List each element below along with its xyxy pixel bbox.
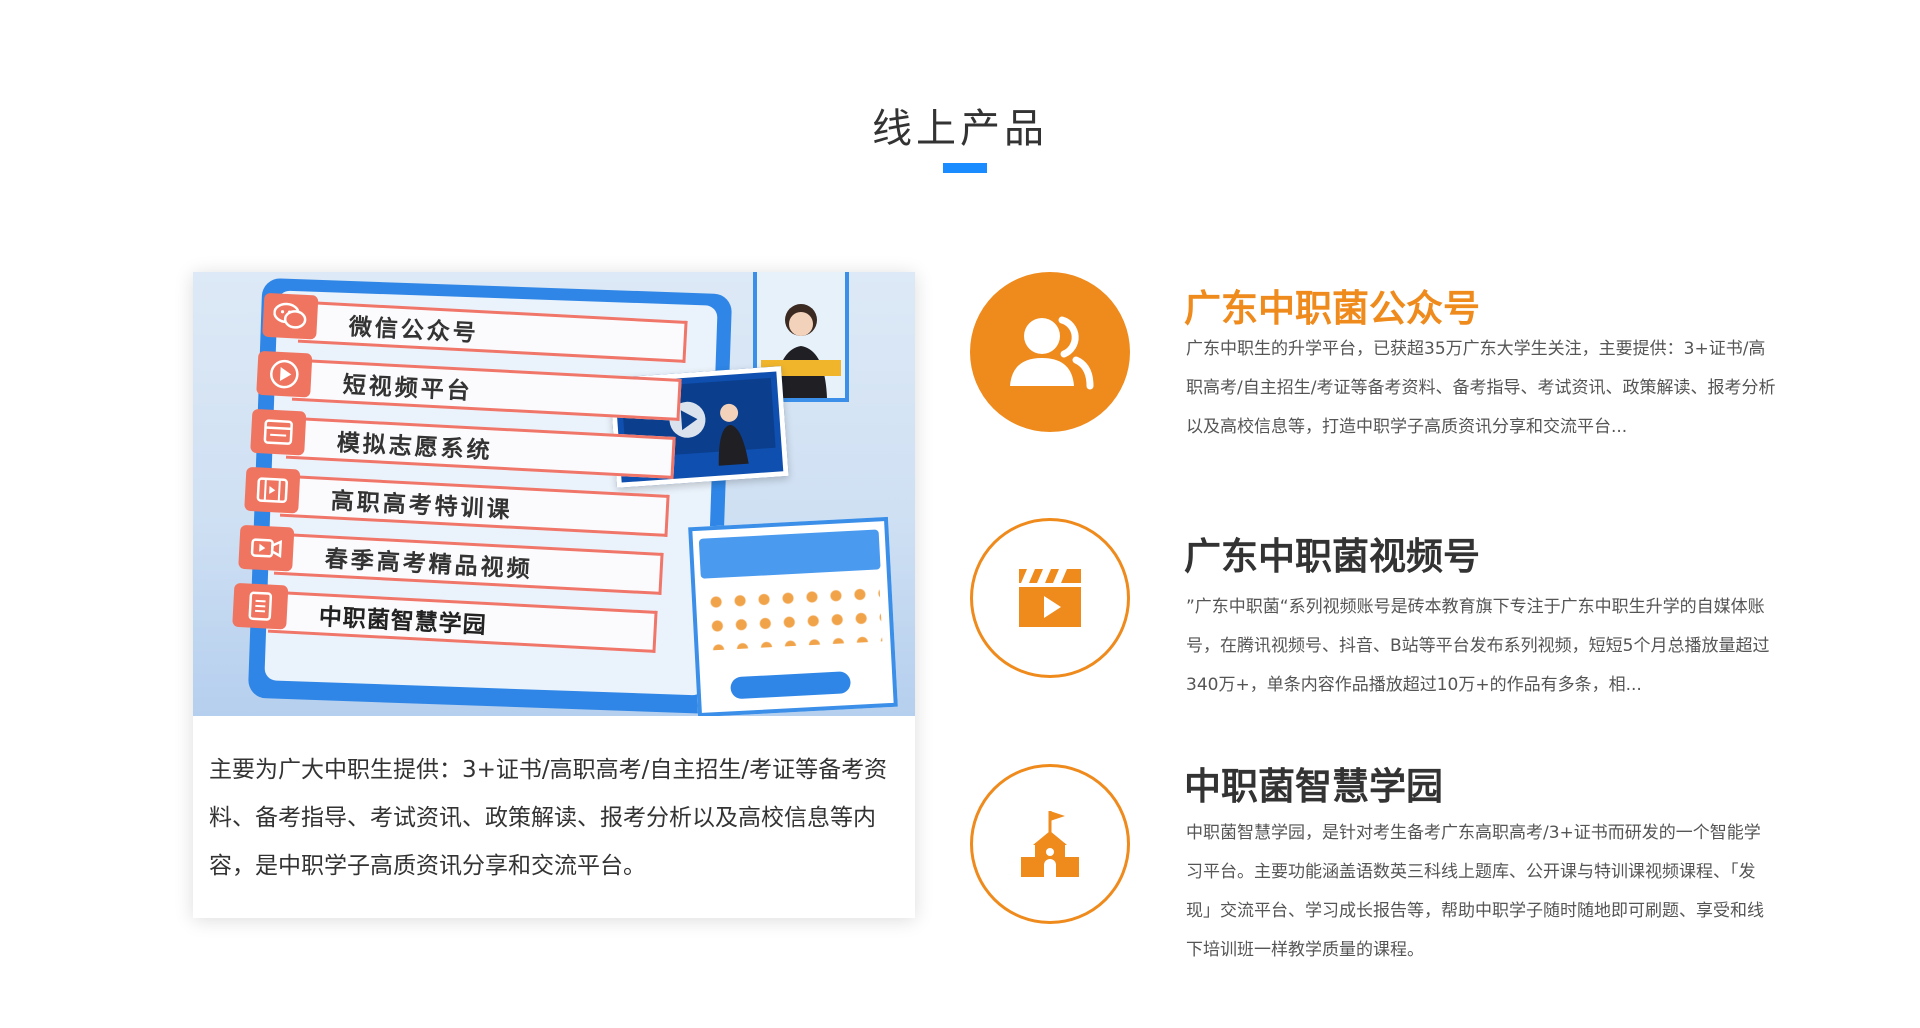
product-icon-badge [970, 272, 1130, 432]
school-flag-icon [1021, 811, 1079, 877]
form-icon [263, 419, 293, 445]
product-description: 中职菌智慧学园，是针对考生备考广东高职高考/3+证书而研发的一个智能学习平台。主… [1186, 823, 1764, 960]
menu-item-label: 微信公众号 [348, 314, 480, 348]
product-description: 广东中职生的升学平台，已获超35万广东大学生关注，主要提供：3+证书/高职高考/… [1186, 339, 1776, 437]
feature-card: 微信公众号 短视频平台 模拟志愿系统 高职高考特训课 春季高考精品视频 中职菌智… [193, 272, 915, 918]
film-icon [256, 477, 288, 503]
mini-app-button [730, 671, 852, 700]
mini-app-screen [688, 516, 898, 716]
document-icon [248, 591, 273, 621]
product-icon-badge [970, 518, 1130, 678]
product-icon-badge [970, 764, 1130, 924]
card-description: 主要为广大中职生提供：3+证书/高职高考/自主招生/考证等备考资料、备考指导、考… [209, 757, 888, 879]
menu-item-label: 短视频平台 [342, 372, 474, 406]
product-wechat-account[interactable]: 广东中职菌公众号 广东中职生的升学平台，已获超35万广东大学生关注，主要提供：3… [970, 272, 1775, 472]
product-title[interactable]: 广东中职菌视频号 [1184, 526, 1480, 580]
play-icon [270, 359, 299, 389]
product-description: ”广东中职菌“系列视频账号是砖本教育旗下专注于广东中职生升学的自媒体账号，在腾讯… [1186, 597, 1770, 695]
video-camera-icon [250, 538, 283, 558]
section-title: 线上产品 [872, 106, 1048, 152]
product-title[interactable]: 广东中职菌公众号 [1184, 278, 1480, 332]
product-video-account[interactable]: 广东中职菌视频号 ”广东中职菌“系列视频账号是砖本教育旗下专注于广东中职生升学的… [970, 518, 1770, 718]
product-illustration: 微信公众号 短视频平台 模拟志愿系统 高职高考特训课 春季高考精品视频 中职菌智… [193, 272, 915, 716]
wechat-icon [273, 302, 307, 329]
mini-app-icon-grid [703, 581, 883, 651]
clapperboard-play-icon [1019, 569, 1081, 627]
product-smart-campus[interactable]: 中职菌智慧学园 中职菌智慧学园，是针对考生备考广东高职高考/3+证书而研发的一个… [970, 764, 1770, 984]
title-underline [943, 163, 987, 173]
product-title[interactable]: 中职菌智慧学园 [1184, 756, 1443, 810]
mini-app-banner [698, 529, 881, 579]
users-icon [1010, 316, 1094, 390]
